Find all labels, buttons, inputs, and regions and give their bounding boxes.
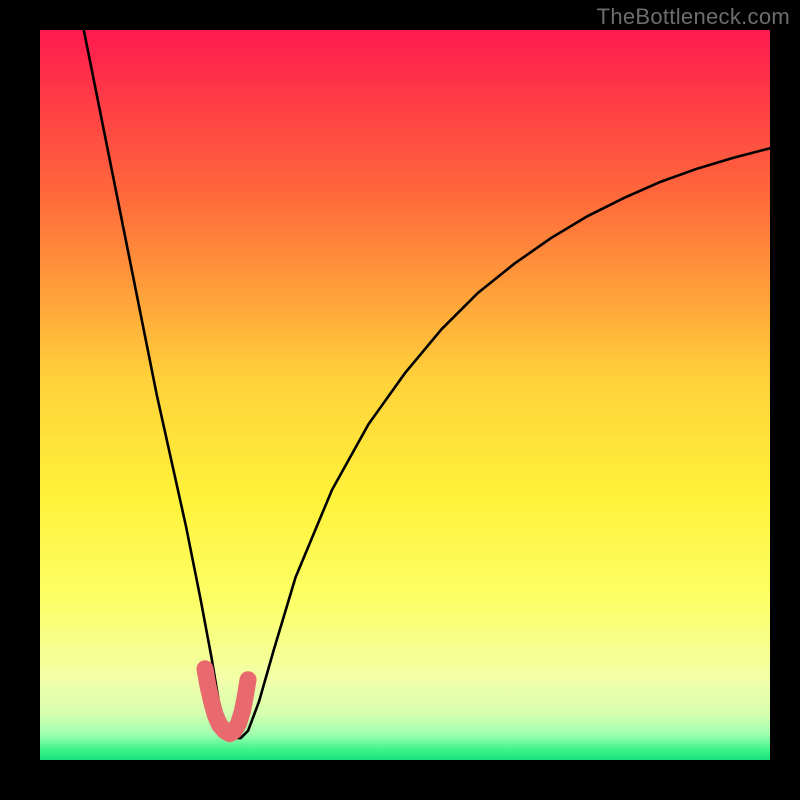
gradient-background [40,30,770,760]
bottleneck-chart [40,30,770,760]
plot-area [40,30,770,760]
chart-frame: TheBottleneck.com [0,0,800,800]
watermark-label: TheBottleneck.com [597,4,790,30]
